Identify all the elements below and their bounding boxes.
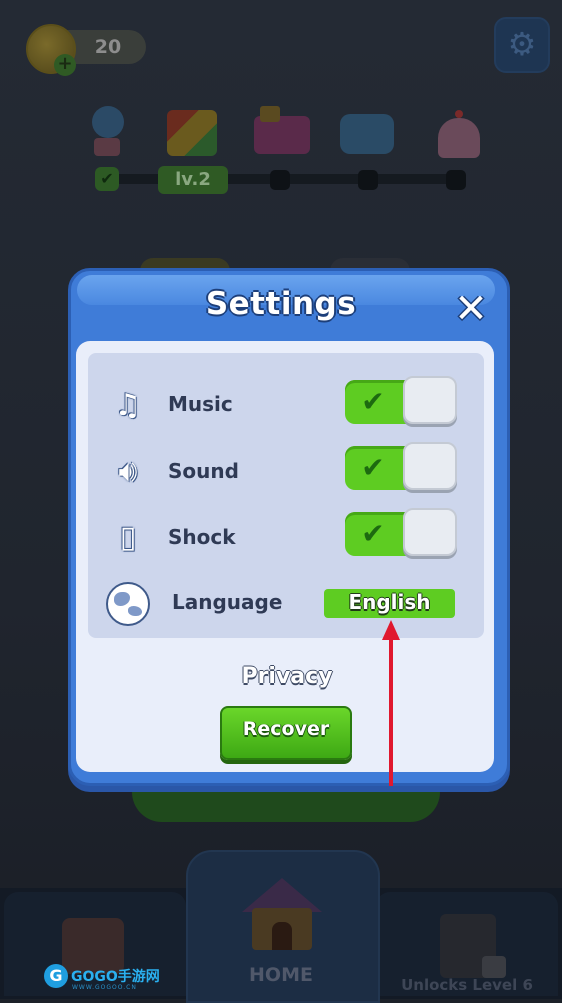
house-icon xyxy=(242,878,322,952)
annotation-arrow-head xyxy=(382,620,400,640)
privacy-link[interactable]: Privacy xyxy=(0,664,562,689)
language-label: Language xyxy=(172,590,283,614)
close-icon[interactable]: ✕ xyxy=(451,289,491,330)
cupcake-icon xyxy=(430,100,488,160)
recover-label[interactable]: Recover xyxy=(220,718,352,740)
sofa-icon xyxy=(338,100,396,160)
watermark-text: GOGO手游网 xyxy=(71,969,160,985)
toggle-knob[interactable] xyxy=(403,442,457,490)
annotation-arrow xyxy=(389,636,393,786)
rubiks-cube-icon xyxy=(163,100,221,160)
music-toggle[interactable]: ✔ xyxy=(345,376,457,424)
language-value[interactable]: English xyxy=(324,590,455,614)
watermark-url: WWW.GOGOO.CN xyxy=(72,984,137,991)
lock-icon xyxy=(482,956,506,978)
globe-icon xyxy=(106,582,150,626)
shock-label: Shock xyxy=(168,525,236,549)
logo-icon: G xyxy=(44,964,68,988)
home-label: HOME xyxy=(249,964,313,986)
plus-icon[interactable]: + xyxy=(54,54,76,76)
toy-train-icon xyxy=(252,100,310,160)
sound-toggle[interactable]: ✔ xyxy=(345,442,457,490)
level-indicator: lv.2 xyxy=(158,166,228,194)
toggle-knob[interactable] xyxy=(403,376,457,424)
progress-node xyxy=(446,170,466,190)
music-note-icon: ♫ xyxy=(114,388,142,423)
coin-count: 20 xyxy=(94,36,122,58)
gear-icon: ⚙ xyxy=(507,25,537,63)
speaker-icon: 🔊︎ xyxy=(118,454,138,489)
unlock-label: Unlocks Level 6 xyxy=(401,976,533,994)
checkmark-icon: ✔ xyxy=(95,167,119,191)
settings-button[interactable]: ⚙ xyxy=(494,17,550,73)
progress-node xyxy=(270,170,290,190)
progress-node xyxy=(358,170,378,190)
music-label: Music xyxy=(168,392,233,416)
tree-icon xyxy=(78,100,136,160)
vibration-icon: ▯ xyxy=(119,520,137,555)
checkmark-icon: ✔ xyxy=(361,385,385,418)
shock-toggle[interactable]: ✔ xyxy=(345,508,457,556)
checkmark-icon: ✔ xyxy=(361,451,385,484)
checkmark-icon: ✔ xyxy=(361,517,385,550)
sound-label: Sound xyxy=(168,459,239,483)
toggle-knob[interactable] xyxy=(403,508,457,556)
